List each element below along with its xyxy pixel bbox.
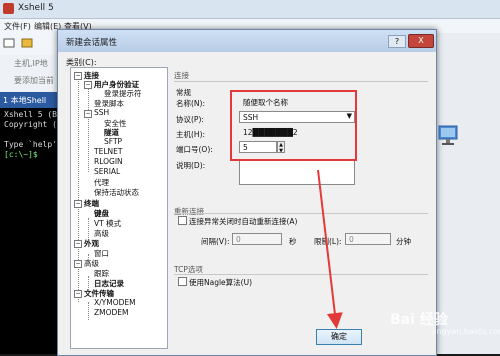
red-arrow-annotation [317,169,343,329]
watermark-text: Bai 经验 [390,312,448,328]
watermark-sub: jingyan.baidu.com [432,327,500,336]
ok-button[interactable]: 确定 [316,329,362,345]
